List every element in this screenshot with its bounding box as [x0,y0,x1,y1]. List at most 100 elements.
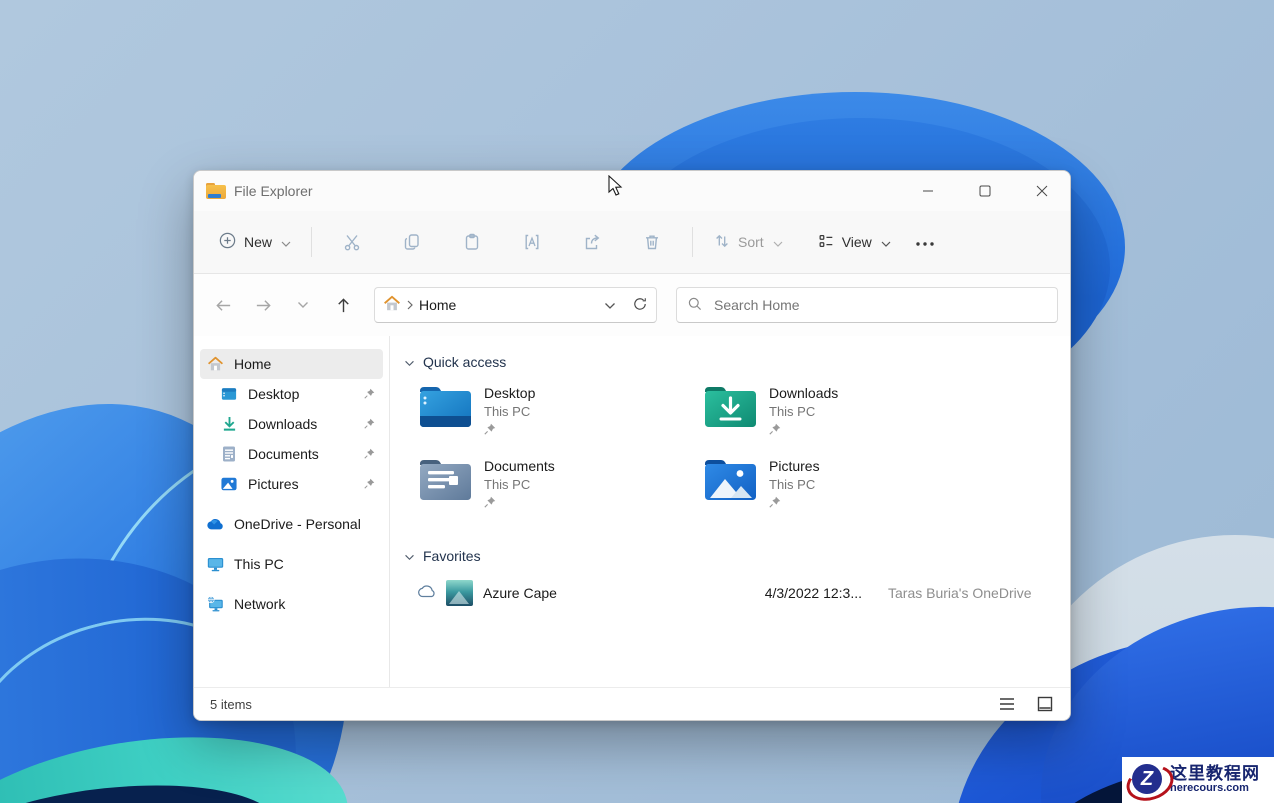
documents-folder-icon [418,456,473,502]
file-explorer-window: File Explorer New [193,170,1071,721]
tile-name: Pictures [769,458,820,474]
file-source: Taras Buria's OneDrive [888,585,1056,601]
view-button[interactable]: View [807,224,901,261]
new-button[interactable]: New [208,223,301,261]
sidebar-item-label: Pictures [248,476,354,492]
sidebar-item-onedrive[interactable]: OneDrive - Personal [200,509,383,539]
tile-location: This PC [484,404,535,419]
section-header-favorites[interactable]: Favorites [404,548,1060,564]
command-toolbar: New [194,211,1070,274]
chevron-down-icon[interactable] [404,354,415,370]
file-date-modified: 4/3/2022 12:3... [754,585,862,601]
search-input[interactable] [712,296,1047,314]
downloads-icon [220,415,238,433]
minimize-button[interactable] [899,171,956,211]
details-view-icon[interactable] [994,692,1020,716]
pin-icon [484,422,535,438]
refresh-icon[interactable] [632,296,648,315]
file-row-azure-cape[interactable]: Azure Cape 4/3/2022 12:3... Taras Buria'… [413,576,1060,610]
item-count: 5 items [210,697,252,712]
recent-locations-chevron[interactable] [286,288,320,322]
desktop-folder-icon [418,383,473,429]
search-box[interactable] [676,287,1058,323]
items-view: Quick access [390,336,1070,687]
sidebar-item-network[interactable]: Network [200,589,383,619]
paste-icon[interactable] [450,222,494,262]
section-title: Favorites [423,548,481,564]
watermark-badge: Z 这里教程网 herecours.com [1122,757,1274,803]
forward-button[interactable] [246,288,280,322]
sidebar-item-desktop[interactable]: Desktop [200,379,383,409]
maximize-button[interactable] [956,171,1013,211]
tile-downloads[interactable]: Downloads This PC [697,374,982,447]
tile-pictures[interactable]: Pictures This PC [697,447,982,520]
toolbar-separator [311,227,312,257]
tile-name: Downloads [769,385,838,401]
file-name: Azure Cape [483,585,744,601]
see-more-button[interactable] [901,226,949,258]
breadcrumb-location[interactable]: Home [419,297,456,313]
status-bar: 5 items [194,687,1070,720]
sidebar-item-label: Home [234,356,377,372]
watermark-site-url: herecours.com [1170,783,1260,795]
window-title: File Explorer [234,183,313,199]
watermark-site-name: 这里教程网 [1170,765,1260,783]
sidebar-item-label: OneDrive - Personal [234,516,377,532]
pin-icon [484,495,555,511]
tile-location: This PC [484,477,555,492]
sort-button[interactable]: Sort [703,224,793,261]
chevron-down-icon [281,234,291,250]
new-button-label: New [244,234,272,250]
pictures-icon [220,475,238,493]
toolbar-separator [692,227,693,257]
sidebar-item-pictures[interactable]: Pictures [200,469,383,499]
thispc-icon [206,555,224,573]
desktop-icon [220,385,238,403]
breadcrumb-chevron-icon [407,297,413,313]
delete-icon[interactable] [630,222,674,262]
copy-icon[interactable] [390,222,434,262]
sort-button-label: Sort [738,234,764,250]
home-icon [206,355,224,373]
onedrive-icon [206,515,224,533]
pin-icon [364,476,375,492]
section-header-quick-access[interactable]: Quick access [404,354,1060,370]
folder-app-icon [206,183,226,199]
share-icon[interactable] [570,222,614,262]
documents-icon [220,445,238,463]
tile-location: This PC [769,477,820,492]
view-list-icon [817,232,835,253]
close-button[interactable] [1013,171,1070,211]
address-bar[interactable]: Home [374,287,657,323]
tile-desktop[interactable]: Desktop This PC [412,374,697,447]
chevron-down-icon[interactable] [404,548,415,564]
tile-name: Documents [484,458,555,474]
quick-access-grid: Desktop This PC [412,374,1060,520]
sidebar-item-label: This PC [234,556,377,572]
cut-icon[interactable] [330,222,374,262]
pin-icon [364,416,375,432]
file-thumbnail [446,580,473,606]
sidebar-item-thispc[interactable]: This PC [200,549,383,579]
navigation-pane: Home Desktop Downloads [194,336,390,687]
home-icon [383,295,401,315]
up-button[interactable] [326,288,360,322]
sidebar-item-documents[interactable]: Documents [200,439,383,469]
mouse-cursor [608,175,624,202]
sidebar-item-home[interactable]: Home [200,349,383,379]
pin-icon [769,495,820,511]
large-icons-view-icon[interactable] [1032,692,1058,716]
sidebar-item-downloads[interactable]: Downloads [200,409,383,439]
chevron-down-icon [773,234,783,250]
search-icon [687,296,703,315]
back-button[interactable] [206,288,240,322]
tile-location: This PC [769,404,838,419]
downloads-folder-icon [703,383,758,429]
title-bar[interactable]: File Explorer [194,171,1070,211]
chevron-down-icon [881,234,891,250]
address-dropdown-chevron[interactable] [604,297,616,313]
tile-documents[interactable]: Documents This PC [412,447,697,520]
view-button-label: View [842,234,872,250]
tile-name: Desktop [484,385,535,401]
rename-icon[interactable] [510,222,554,262]
